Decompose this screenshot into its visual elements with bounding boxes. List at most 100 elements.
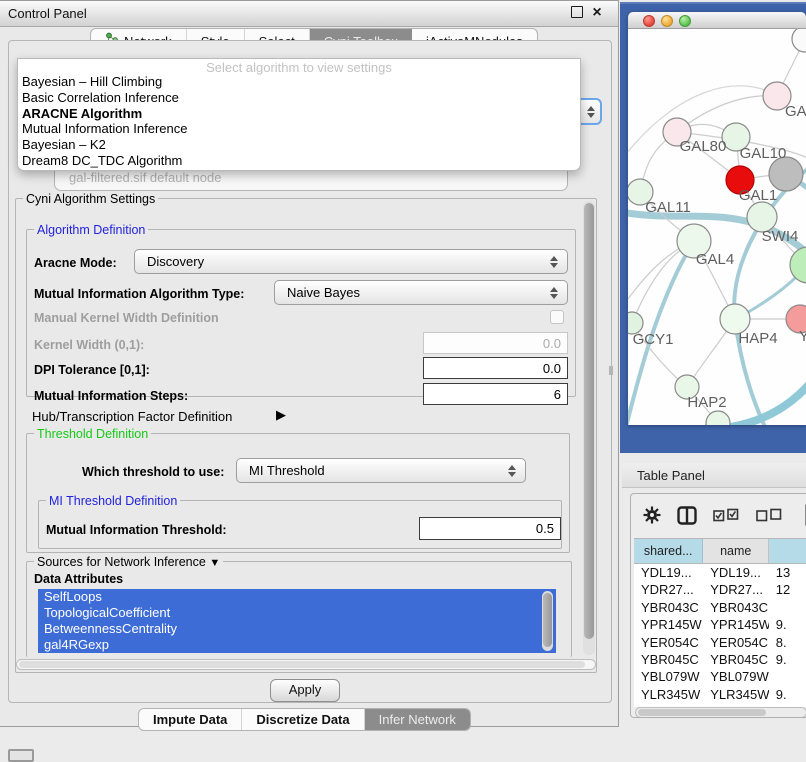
network-canvas[interactable]: GALGAL80GAL10GAL1GAL11SWI4GAL4GCY1HAP4YH…: [628, 29, 806, 425]
algorithm-dropdown-list: Bayesian – Hill ClimbingBasic Correlatio…: [18, 74, 580, 169]
network-node[interactable]: [790, 247, 806, 283]
table-cell: 9.: [769, 616, 806, 633]
column-header[interactable]: name: [703, 539, 769, 563]
table-cell: 9.: [769, 651, 806, 668]
collapse-triangle-icon[interactable]: ▼: [209, 557, 220, 569]
table-cell: YER054C: [703, 634, 769, 651]
algorithm-option[interactable]: ARACNE Algorithm: [18, 106, 580, 122]
mi-steps-field[interactable]: 6: [423, 383, 568, 405]
gear-icon[interactable]: [643, 506, 661, 524]
tab-infer-network[interactable]: Infer Network: [365, 709, 470, 730]
node-table: shared...name YDL19...YDL19...13YDR27...…: [634, 538, 806, 707]
table-cell: YBR045C: [703, 651, 769, 668]
panel-title: Control Panel: [8, 6, 87, 21]
algorithm-dropdown-popup: Select algorithm to view settings Bayesi…: [17, 58, 581, 171]
table-row[interactable]: YLR345WYLR345W9.: [634, 686, 806, 703]
attribute-item[interactable]: gal4RGexp: [38, 637, 556, 653]
kernel-width-field[interactable]: 0.0: [423, 332, 568, 354]
combo-value: Naive Bayes: [287, 285, 360, 300]
node-label: SWI4: [762, 228, 799, 245]
table-row[interactable]: YER054CYER054C8.: [634, 634, 806, 651]
checked-checkboxes-icon[interactable]: [713, 508, 740, 522]
mi-threshold-field[interactable]: 0.5: [419, 517, 561, 540]
scrollbar-thumb[interactable]: [19, 661, 585, 668]
group-title: Cyni Algorithm Settings: [23, 192, 158, 206]
data-attributes-list[interactable]: SelfLoopsTopologicalCoefficientBetweenne…: [38, 589, 556, 653]
control-panel-window: Control Panel × Network S: [0, 0, 619, 727]
settings-vertical-scrollbar[interactable]: [583, 201, 595, 655]
column-header[interactable]: shared...: [634, 539, 703, 563]
dpi-tolerance-field[interactable]: 0.0: [423, 357, 568, 379]
combo-arrows-icon: [587, 106, 595, 118]
mi-algorithm-type-label: Mutual Information Algorithm Type:: [34, 287, 244, 301]
zoom-window-icon[interactable]: [679, 15, 691, 27]
network-node[interactable]: [792, 29, 806, 52]
algorithm-option[interactable]: Basic Correlation Inference: [18, 90, 580, 106]
column-header[interactable]: [769, 539, 806, 563]
algorithm-option[interactable]: Dream8 DC_TDC Algorithm: [18, 153, 580, 169]
scrollbar-thumb[interactable]: [543, 593, 552, 647]
which-threshold-combobox[interactable]: MI Threshold: [236, 458, 526, 483]
node-label: HAP4: [738, 330, 777, 347]
scrollbar-thumb[interactable]: [638, 709, 766, 716]
tab-impute-data[interactable]: Impute Data: [139, 709, 242, 730]
network-window-titlebar[interactable]: [628, 12, 806, 29]
settings-horizontal-scrollbar[interactable]: [16, 659, 596, 670]
attribute-item[interactable]: BetweennessCentrality: [38, 621, 556, 637]
algorithm-option[interactable]: Bayesian – Hill Climbing: [18, 74, 580, 90]
table-row[interactable]: YBR043CYBR043C: [634, 599, 806, 616]
expand-triangle-icon[interactable]: ▶: [276, 407, 286, 423]
table-cell: YDL19...: [703, 564, 769, 581]
unchecked-checkboxes-icon[interactable]: [756, 508, 783, 522]
table-row[interactable]: YBL079WYBL079W: [634, 668, 806, 685]
combo-value: MI Threshold: [249, 463, 325, 478]
which-threshold-label: Which threshold to use:: [82, 465, 224, 479]
network-node[interactable]: [769, 157, 803, 191]
algorithm-option[interactable]: Mutual Information Inference: [18, 121, 580, 137]
close-panel-icon[interactable]: ×: [590, 6, 604, 20]
sources-title: Sources for Network Inference: [37, 555, 206, 569]
control-panel-header: Control Panel ×: [0, 1, 618, 27]
group-title: MI Threshold Definition: [46, 494, 180, 508]
table-panel-header: Table Panel: [622, 463, 806, 488]
dock-grip-icon[interactable]: [8, 749, 34, 762]
table-row[interactable]: YBR045CYBR045C9.: [634, 651, 806, 668]
tab-discretize-data[interactable]: Discretize Data: [242, 709, 364, 730]
tab-label: Impute Data: [153, 712, 227, 727]
minimize-window-icon[interactable]: [661, 15, 673, 27]
columns-icon[interactable]: [677, 506, 697, 525]
node-label: GCY1: [633, 331, 674, 348]
group-title: Threshold Definition: [34, 427, 151, 441]
table-cell: 12: [769, 581, 806, 598]
hub-section-label: Hub/Transcription Factor Definition: [32, 409, 232, 424]
aracne-mode-combobox[interactable]: Discovery: [134, 249, 568, 274]
apply-button[interactable]: Apply: [270, 679, 340, 702]
table-row[interactable]: YDL19...YDL19...13: [634, 564, 806, 581]
manual-kernel-checkbox[interactable]: [550, 310, 564, 324]
attributes-scrollbar[interactable]: [542, 591, 553, 651]
node-label: GAL4: [696, 251, 734, 268]
scrollbar-thumb[interactable]: [584, 203, 594, 639]
table-row[interactable]: YDR27...YDR27...12: [634, 581, 806, 598]
table-row[interactable]: YPR145WYPR145W9.: [634, 616, 806, 633]
dpi-tolerance-label: DPI Tolerance [0,1]:: [34, 363, 150, 377]
mi-steps-label: Mutual Information Steps:: [34, 389, 188, 403]
table-panel-body: shared...name YDL19...YDL19...13YDR27...…: [630, 493, 806, 718]
group-title: Sources for Network Inference ▼: [34, 555, 223, 569]
node-label: GAL80: [680, 138, 727, 155]
node-label: Y: [799, 328, 806, 345]
close-window-icon[interactable]: [643, 15, 655, 27]
table-cell: YDL19...: [634, 564, 703, 581]
table-cell: YPR145W: [634, 616, 703, 633]
table-horizontal-scrollbar[interactable]: [635, 707, 806, 718]
table-cell: YBL079W: [703, 668, 769, 685]
float-panel-icon[interactable]: [570, 6, 584, 20]
algorithm-option[interactable]: Bayesian – K2: [18, 137, 580, 153]
table-cell: YBR045C: [634, 651, 703, 668]
combo-arrows-icon: [550, 256, 558, 268]
manual-kernel-width-label: Manual Kernel Width Definition: [34, 311, 219, 325]
mi-algorithm-type-combobox[interactable]: Naive Bayes: [274, 280, 568, 305]
attribute-item[interactable]: SelfLoops: [38, 589, 556, 605]
pane-divider-handle[interactable]: [609, 366, 613, 375]
attribute-item[interactable]: TopologicalCoefficient: [38, 605, 556, 621]
